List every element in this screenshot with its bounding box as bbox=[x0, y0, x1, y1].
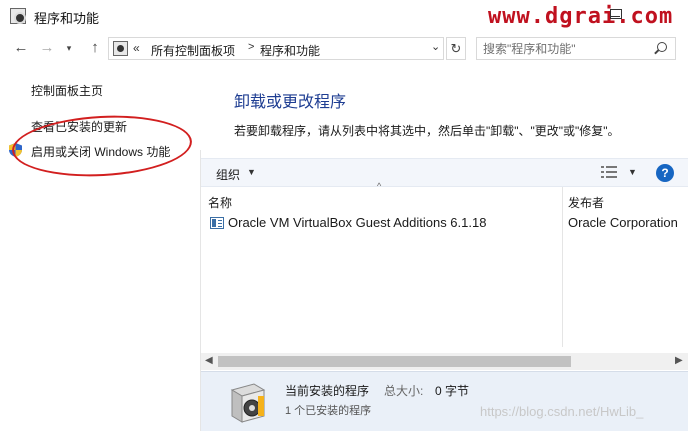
column-header-name[interactable]: 名称 bbox=[208, 194, 232, 211]
scrollbar-thumb[interactable] bbox=[218, 356, 571, 367]
instruction-text: 若要卸载程序，请从列表中将其选中，然后单击"卸载"、"更改"或"修复"。 bbox=[234, 124, 620, 138]
navigation-bar: ← → ▾ ↑ « 所有控制面板项 > 程序和功能 ⌄ ↻ bbox=[0, 34, 688, 62]
scroll-right-icon[interactable]: ▶ bbox=[675, 355, 683, 366]
software-box-icon bbox=[230, 383, 266, 423]
installer-app-icon bbox=[210, 217, 224, 229]
search-icon[interactable] bbox=[657, 42, 667, 52]
blog-watermark: https://blog.csdn.net/HwLib_ bbox=[480, 404, 644, 419]
breadcrumb-overflow[interactable]: « bbox=[133, 41, 140, 55]
breadcrumb-all-control-panel-items[interactable]: 所有控制面板项 bbox=[151, 42, 235, 59]
program-name[interactable]: Oracle VM VirtualBox Guest Additions 6.1… bbox=[228, 215, 486, 230]
installed-count: 1 个已安装的程序 bbox=[285, 405, 372, 417]
breadcrumb-programs-features[interactable]: 程序和功能 bbox=[260, 42, 320, 59]
installed-programs-label: 当前安装的程序 bbox=[285, 384, 370, 398]
site-watermark: www.dgrai.com bbox=[488, 4, 674, 29]
command-bar: 组织 ▼ ▼ ? bbox=[201, 158, 688, 187]
window-title: 程序和功能 bbox=[34, 11, 100, 26]
breadcrumb-separator[interactable]: > bbox=[248, 41, 254, 53]
horizontal-scrollbar[interactable]: ◀ ▶ bbox=[201, 353, 688, 370]
uac-shield-icon bbox=[9, 143, 22, 157]
details-pane: 当前安装的程序 总大小: 0 字节 1 个已安装的程序 https://blog… bbox=[201, 371, 688, 431]
refresh-button[interactable]: ↻ bbox=[446, 37, 466, 60]
sort-ascending-icon: ^ bbox=[377, 181, 382, 191]
column-divider[interactable] bbox=[562, 187, 563, 347]
help-icon[interactable]: ? bbox=[656, 164, 674, 182]
up-button[interactable]: ↑ bbox=[86, 39, 104, 57]
total-size-label: 总大小: bbox=[384, 384, 424, 398]
search-input[interactable] bbox=[477, 38, 647, 59]
search-box[interactable] bbox=[476, 37, 676, 60]
sidebar-item-view-installed-updates[interactable]: 查看已安装的更新 bbox=[31, 118, 127, 135]
forward-button[interactable]: → bbox=[38, 39, 56, 57]
table-row[interactable]: Oracle VM VirtualBox Guest Additions 6.1… bbox=[201, 213, 688, 233]
view-details-icon[interactable] bbox=[601, 166, 617, 178]
control-panel-icon bbox=[113, 41, 128, 56]
title-bar: 程序和功能 www.dgrai.com bbox=[0, 0, 688, 32]
sidebar-item-control-panel-home[interactable]: 控制面板主页 bbox=[31, 82, 103, 99]
back-button[interactable]: ← bbox=[12, 39, 30, 57]
organize-dropdown-icon[interactable]: ▼ bbox=[247, 167, 256, 177]
sidebar-item-windows-features[interactable]: 启用或关闭 Windows 功能 bbox=[31, 143, 170, 160]
total-size-value: 0 字节 bbox=[435, 384, 470, 398]
program-publisher[interactable]: Oracle Corporation bbox=[568, 215, 678, 230]
scroll-left-icon[interactable]: ◀ bbox=[205, 355, 213, 366]
maximize-button[interactable] bbox=[610, 9, 622, 19]
recent-locations-button[interactable]: ▾ bbox=[60, 39, 78, 57]
programs-features-icon bbox=[10, 8, 26, 24]
organize-button[interactable]: 组织 bbox=[216, 166, 240, 183]
main-pane: 卸载或更改程序 若要卸载程序，请从列表中将其选中，然后单击"卸载"、"更改"或"… bbox=[201, 66, 688, 431]
page-title: 卸载或更改程序 bbox=[234, 94, 347, 111]
view-dropdown-icon[interactable]: ▼ bbox=[628, 167, 637, 177]
column-header-publisher[interactable]: 发布者 bbox=[568, 194, 604, 211]
address-bar[interactable]: « 所有控制面板项 > 程序和功能 ⌄ bbox=[108, 37, 444, 60]
address-dropdown-icon[interactable]: ⌄ bbox=[431, 40, 440, 53]
column-header-row: ^ 名称 发布者 bbox=[201, 181, 688, 347]
sidebar: 控制面板主页 查看已安装的更新 启用或关闭 Windows 功能 bbox=[0, 66, 200, 431]
